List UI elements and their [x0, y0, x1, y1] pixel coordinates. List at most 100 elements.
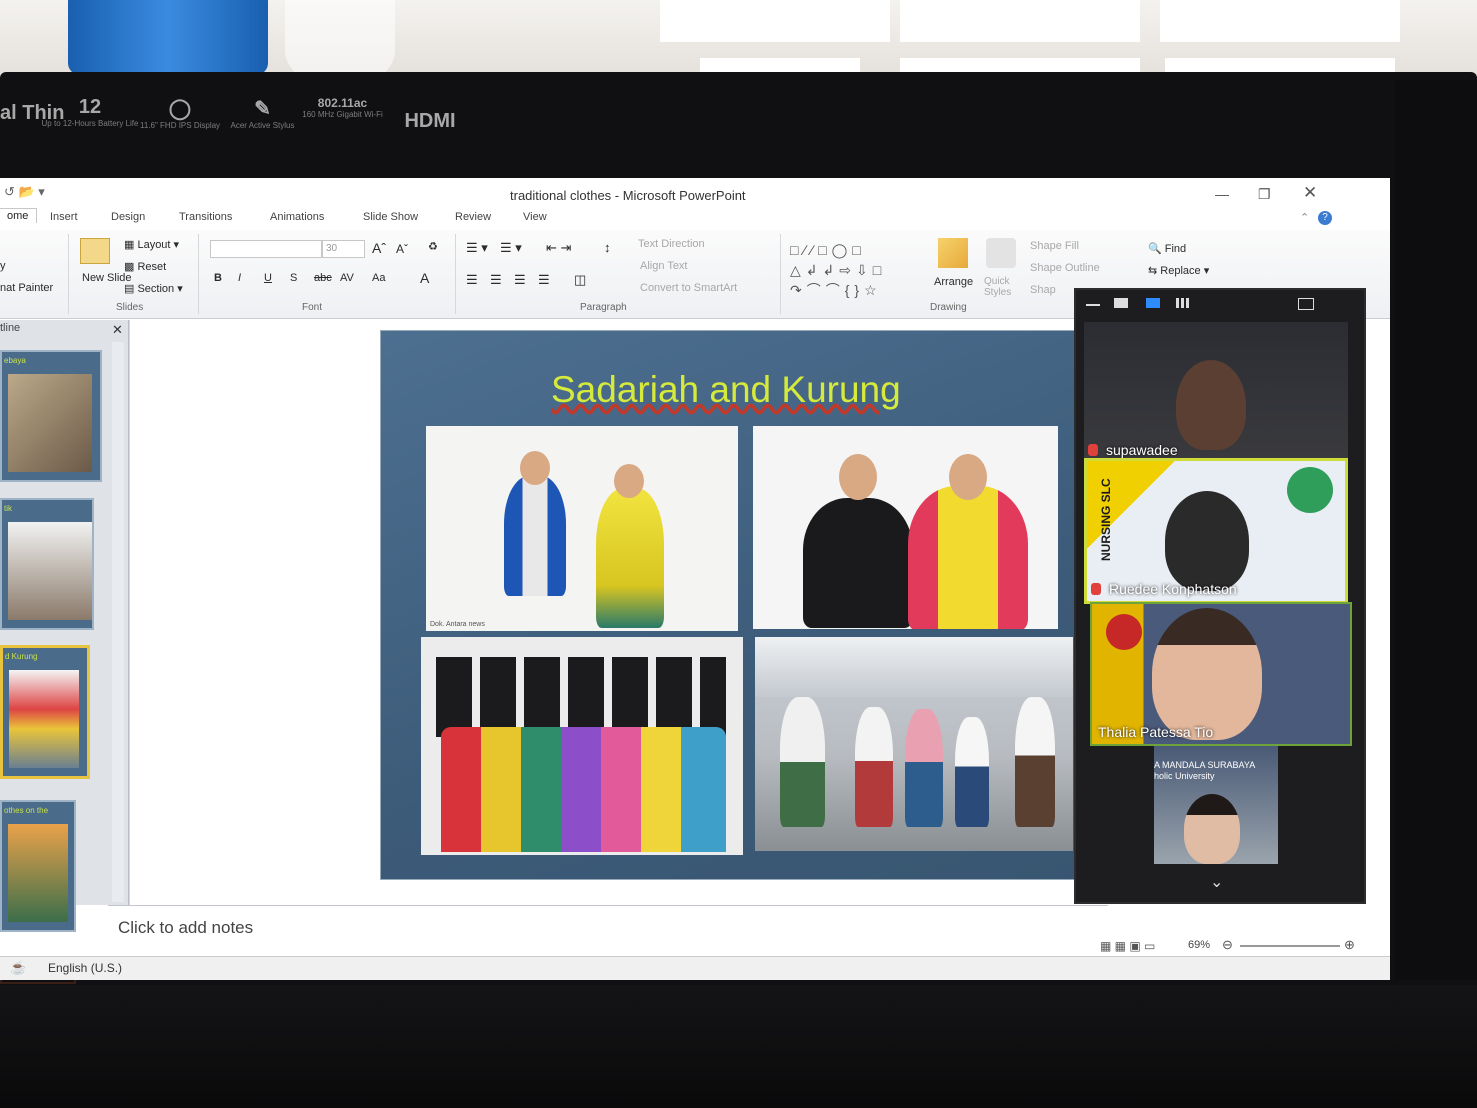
help-icon[interactable]: ?: [1318, 211, 1332, 225]
spellcheck-icon[interactable]: ☕: [10, 960, 26, 976]
shape-effects-button[interactable]: Shap: [1030, 284, 1056, 296]
notes-pane[interactable]: Click to add notes: [108, 905, 1108, 951]
columns-icon[interactable]: ◫: [574, 272, 586, 288]
minimize-icon[interactable]: —: [1215, 186, 1229, 202]
font-size-combobox[interactable]: 30: [322, 240, 365, 258]
quick-access-toolbar[interactable]: ↺ 📂 ▾: [4, 184, 45, 200]
participant-tile[interactable]: A MANDALA SURABAYA holic University: [1154, 746, 1278, 864]
participant-video: [1176, 360, 1246, 450]
character-spacing-button[interactable]: AV: [340, 272, 354, 284]
slide-thumbnail[interactable]: tik: [0, 498, 94, 630]
slide-thumbnail-image: [8, 522, 92, 620]
close-icon[interactable]: ✕: [1303, 183, 1317, 203]
font-name-combobox[interactable]: [210, 240, 322, 258]
current-slide[interactable]: Sadariah and Kurung Dok. Antara news: [380, 330, 1142, 880]
view-buttons[interactable]: ▦ ▦ ▣ ▭: [1100, 939, 1155, 953]
participant-tile[interactable]: supawadee: [1084, 322, 1348, 462]
grow-font-icon[interactable]: Aˆ: [372, 240, 386, 256]
change-case-button[interactable]: Aa: [372, 272, 385, 284]
photo-caption: Dok. Antara news: [430, 621, 485, 628]
zoom-slider[interactable]: [1240, 945, 1340, 947]
quick-styles-button[interactable]: Quick Styles: [984, 276, 1018, 298]
participant-tile-active-speaker[interactable]: NURSING SLC Ruedee Konphatson: [1084, 458, 1348, 604]
line-spacing-icon[interactable]: ↕: [604, 240, 611, 255]
slide-thumbnail-title: d Kurung: [5, 652, 38, 661]
clear-formatting-icon[interactable]: ♻: [428, 240, 438, 253]
strikethrough-button[interactable]: abc: [314, 272, 332, 284]
bottle: [285, 0, 395, 80]
close-icon[interactable]: ✕: [112, 322, 123, 338]
participant-tile[interactable]: Thalia Patessa Tio: [1090, 602, 1352, 746]
outline-scrollbar[interactable]: [112, 342, 124, 902]
shape-outline-button[interactable]: Shape Outline: [1030, 262, 1100, 274]
tab-slide-show[interactable]: Slide Show: [363, 211, 418, 223]
tab-home[interactable]: ome: [0, 208, 38, 223]
layout-label: Layout: [137, 239, 171, 251]
figure-man: [1015, 697, 1055, 827]
align-right-icon[interactable]: ☰: [514, 272, 526, 288]
slide-photo-top-right[interactable]: [753, 426, 1058, 629]
laptop-bottom-bezel: 30 acer: [0, 918, 1477, 1108]
zoom-out-icon[interactable]: ⊖: [1222, 937, 1233, 953]
tab-insert[interactable]: Insert: [50, 211, 78, 223]
thumbnail-view-icon[interactable]: [1114, 298, 1128, 308]
figure-man: [504, 476, 566, 596]
school-logo: [1287, 467, 1333, 513]
exit-panel-icon[interactable]: [1298, 298, 1314, 310]
shadow-button[interactable]: S: [290, 272, 297, 284]
align-center-icon[interactable]: ☰: [490, 272, 502, 288]
find-button[interactable]: 🔍 Find: [1148, 242, 1186, 255]
slide-thumbnail[interactable]: ebaya: [0, 350, 102, 482]
slide-photo-bottom-left[interactable]: [421, 637, 743, 855]
group-men-row: [436, 657, 726, 737]
zoom-level[interactable]: 69%: [1188, 939, 1210, 951]
justify-icon[interactable]: ☰: [538, 272, 550, 288]
text-direction-button[interactable]: Text Direction: [638, 238, 705, 250]
quick-styles-icon[interactable]: [986, 238, 1016, 268]
restore-icon[interactable]: ❐: [1258, 186, 1271, 203]
slide-photo-top-left[interactable]: Dok. Antara news: [426, 426, 738, 631]
new-slide-icon[interactable]: [80, 238, 110, 264]
bullets-icon[interactable]: ☰ ▾: [466, 240, 488, 256]
minimize-icon[interactable]: [1086, 304, 1100, 306]
indent-icon[interactable]: ⇤ ⇥: [546, 240, 571, 256]
tab-transitions[interactable]: Transitions: [179, 211, 232, 223]
font-color-icon[interactable]: A: [420, 270, 429, 286]
convert-smartart-button[interactable]: Convert to SmartArt: [640, 282, 737, 294]
gallery-view-icon[interactable]: [1176, 298, 1190, 308]
tab-view[interactable]: View: [523, 211, 547, 223]
underline-button[interactable]: U: [264, 272, 272, 284]
shape-fill-button[interactable]: Shape Fill: [1030, 240, 1079, 252]
slide-photo-bottom-right[interactable]: [755, 637, 1073, 851]
tab-design[interactable]: Design: [111, 211, 145, 223]
shapes-gallery[interactable]: □∕∕□◯□ △↲↲⇨⇩□ ↷⌒⌒{}☆: [790, 240, 920, 298]
ribbon-collapse-icon[interactable]: ⌃: [1300, 211, 1309, 224]
italic-button[interactable]: I: [238, 272, 241, 284]
slide-thumbnail-image: [9, 670, 79, 768]
tab-review[interactable]: Review: [455, 211, 491, 223]
tab-animations[interactable]: Animations: [270, 211, 324, 223]
participant-name: supawadee: [1106, 442, 1178, 458]
figure-head: [614, 464, 644, 498]
zoom-in-icon[interactable]: ⊕: [1344, 937, 1355, 953]
reset-button[interactable]: ▩ Reset: [124, 260, 166, 273]
format-painter-button[interactable]: nat Painter: [0, 282, 53, 294]
status-language[interactable]: English (U.S.): [48, 961, 122, 975]
align-left-icon[interactable]: ☰: [466, 272, 478, 288]
chevron-down-icon[interactable]: ⌄: [1210, 872, 1223, 892]
group-separator: [780, 234, 781, 314]
slide-title[interactable]: Sadariah and Kurung: [551, 369, 901, 411]
bold-button[interactable]: B: [214, 272, 222, 284]
slide-thumbnail[interactable]: othes on the: [0, 800, 76, 932]
align-text-button[interactable]: Align Text: [640, 260, 688, 272]
replace-button[interactable]: ⇆ Replace ▾: [1148, 264, 1209, 277]
arrange-button[interactable]: Arrange: [934, 276, 973, 288]
speaker-view-icon[interactable]: [1146, 298, 1160, 308]
shrink-font-icon[interactable]: Aˇ: [396, 242, 408, 256]
arrange-icon[interactable]: [938, 238, 968, 268]
slide-thumbnail-selected[interactable]: d Kurung: [0, 645, 90, 779]
copy-button[interactable]: y: [0, 260, 6, 272]
section-button[interactable]: ▤ Section ▾: [124, 282, 183, 295]
numbering-icon[interactable]: ☰ ▾: [500, 240, 522, 256]
layout-button[interactable]: ▦ Layout ▾: [124, 238, 179, 251]
